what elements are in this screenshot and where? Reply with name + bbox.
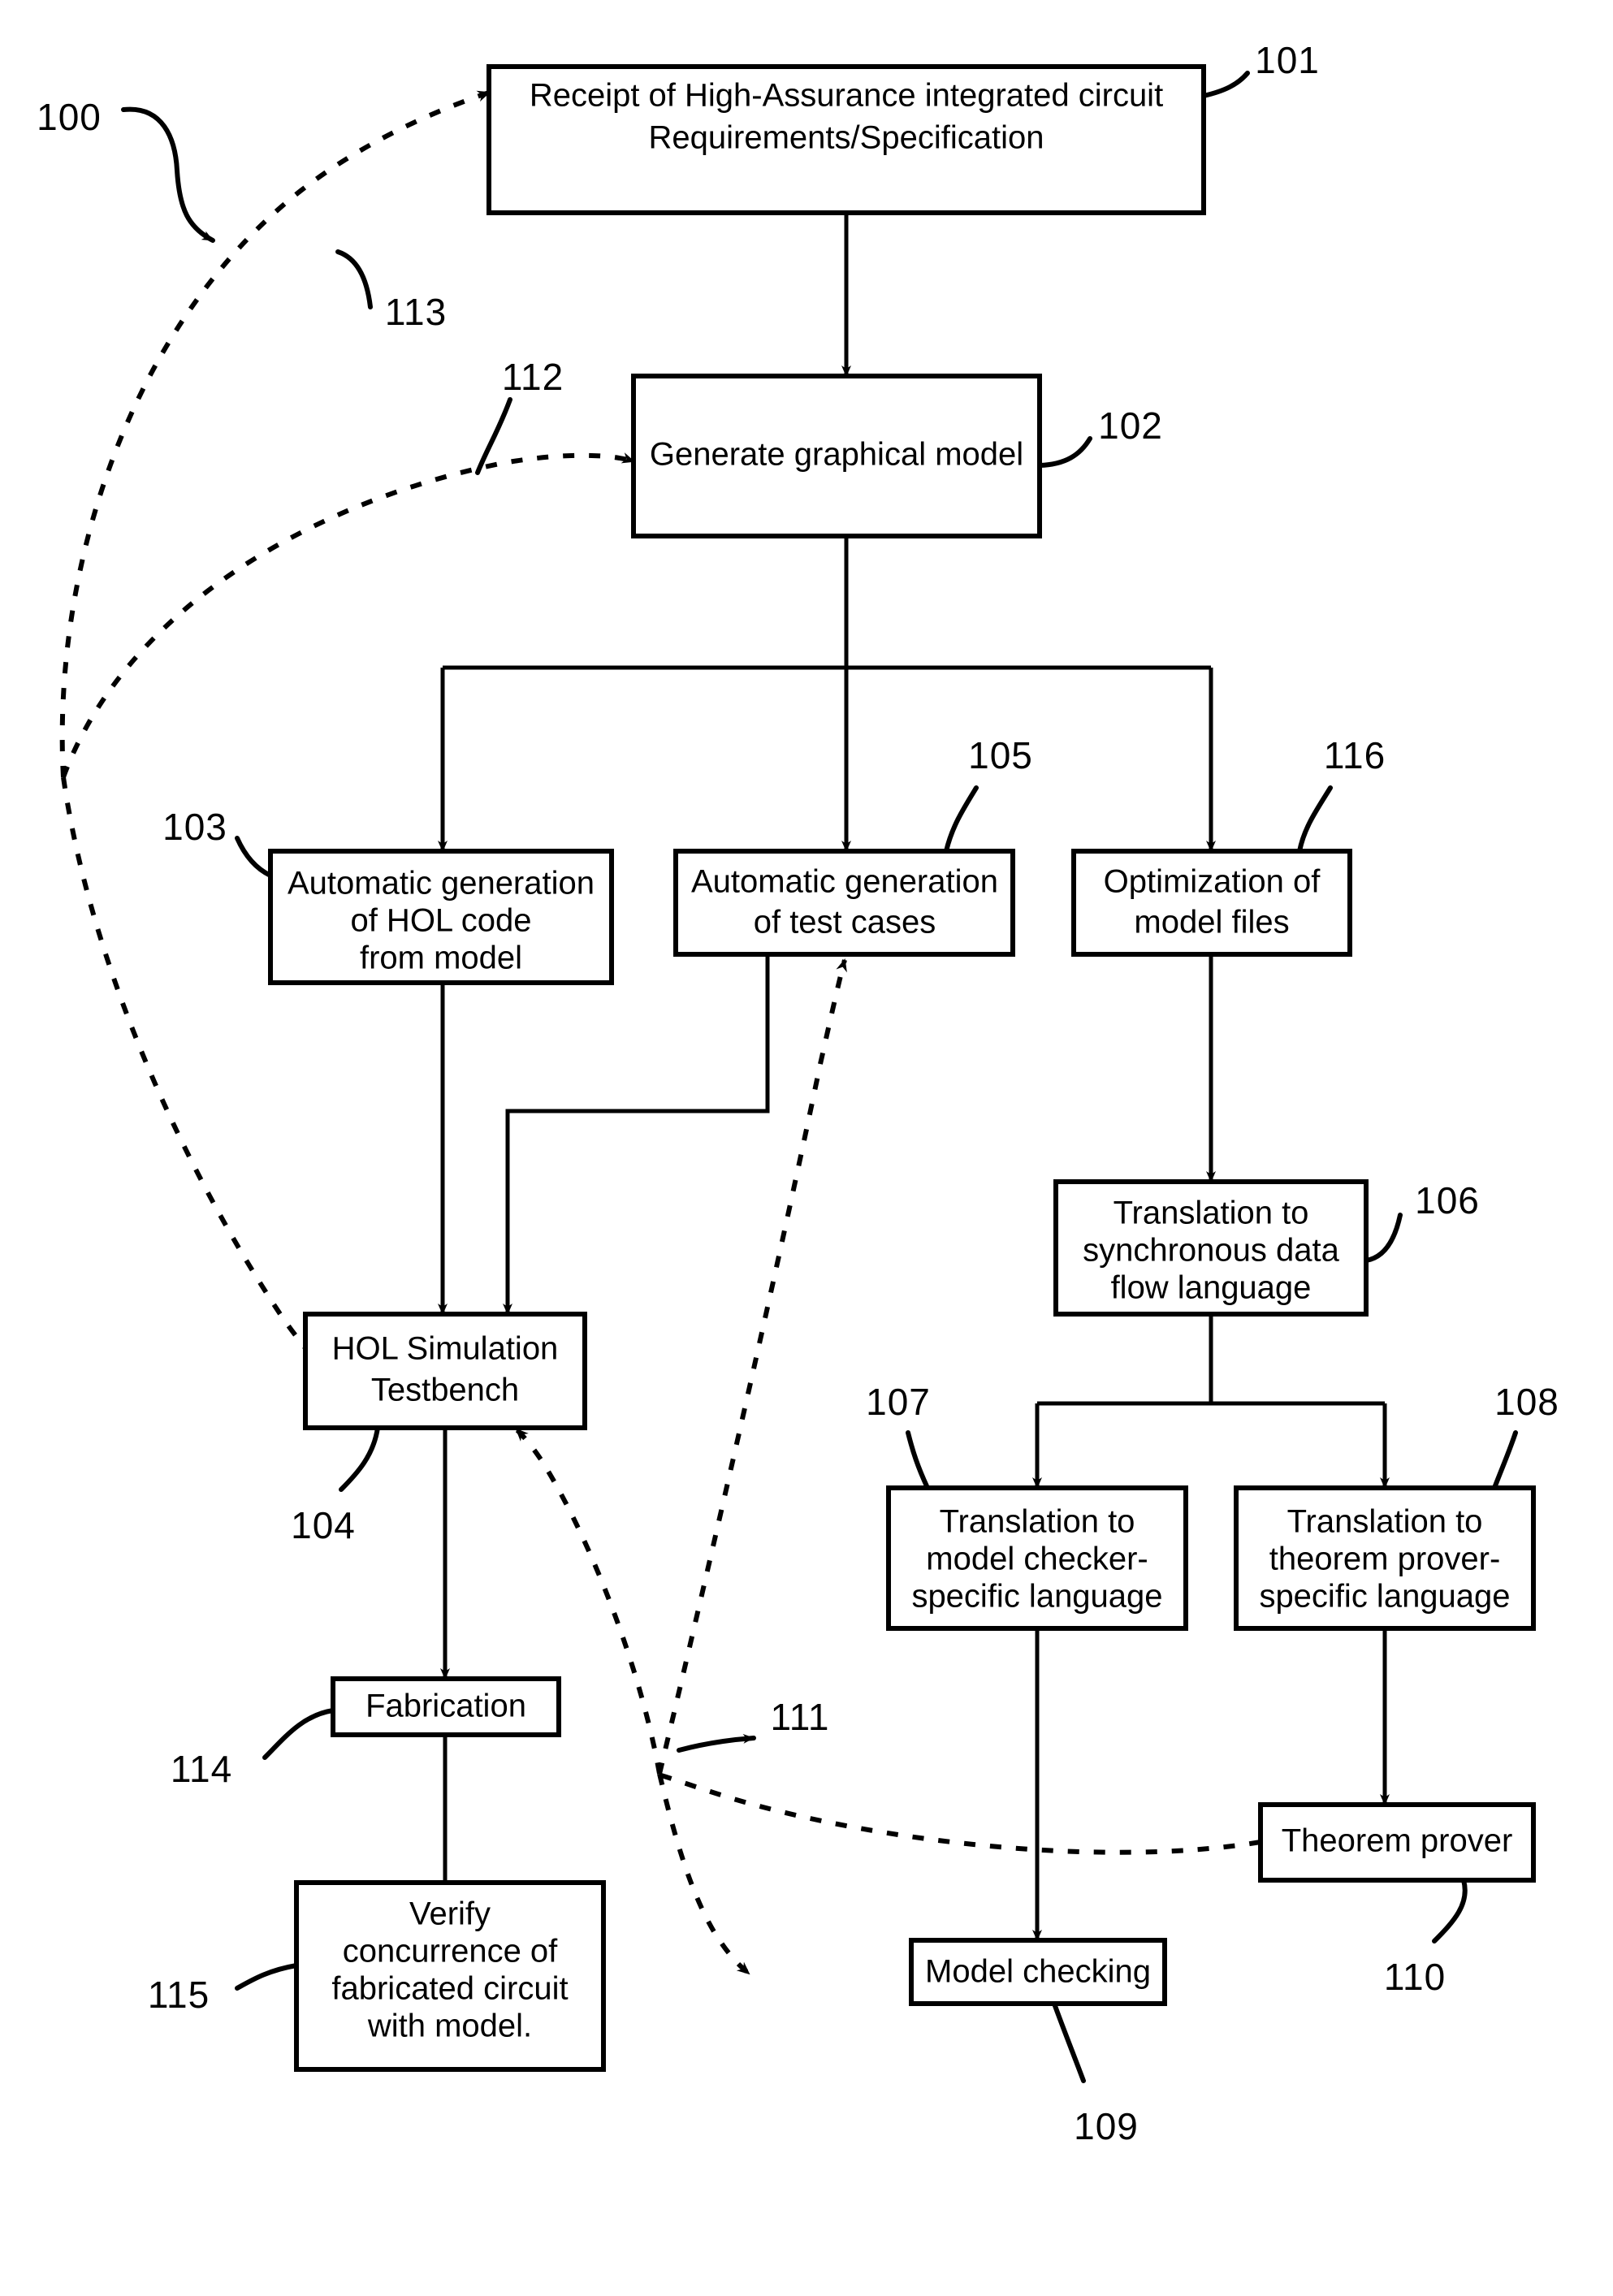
box-110-line-1: Theorem prover: [1282, 1823, 1513, 1859]
box-103-line-3: from model: [360, 940, 522, 976]
flowchart-canvas: Receipt of High-Assurance integrated cir…: [37, 39, 1559, 2147]
callout-113: 113: [385, 291, 447, 333]
patent-flowchart-figure: Receipt of High-Assurance integrated cir…: [0, 0, 1613, 2296]
leader-102: [1037, 436, 1092, 468]
box-101-line-2: Requirements/Specification: [649, 120, 1044, 156]
leader-114: [262, 1708, 335, 1760]
callout-100: 100: [37, 96, 102, 138]
leader-104: [339, 1425, 380, 1492]
callout-115: 115: [148, 1974, 210, 2016]
leader-107: [906, 1430, 930, 1490]
box-115-line-2: concurrence of: [343, 1934, 558, 1970]
leader-108: [1492, 1430, 1518, 1490]
box-107-line-2: model checker-: [926, 1541, 1148, 1577]
leader-113: [335, 249, 373, 309]
box-102-line-1: Generate graphical model: [650, 437, 1023, 473]
leader-116: [1297, 785, 1333, 854]
callout-112: 112: [502, 356, 564, 398]
feedback-edge-111-to-109: [657, 1773, 750, 1976]
leader-112: [475, 397, 512, 475]
box-103-line-2: of HOL code: [350, 903, 531, 939]
leader-103: [235, 836, 273, 878]
box-107-line-1: Translation to: [940, 1504, 1135, 1540]
callout-106: 106: [1415, 1179, 1480, 1222]
box-108-line-1: Translation to: [1287, 1504, 1483, 1540]
callout-108: 108: [1494, 1381, 1559, 1423]
box-103-line-1: Automatic generation: [288, 866, 595, 902]
box-108-line-2: theorem prover-: [1269, 1541, 1501, 1577]
leader-111: [677, 1733, 756, 1753]
callout-107: 107: [866, 1381, 931, 1423]
leader-105: [944, 785, 979, 854]
leader-110: [1432, 1878, 1468, 1944]
leader-109: [1052, 2001, 1086, 2083]
callout-105: 105: [968, 734, 1033, 776]
box-115-line-3: fabricated circuit: [331, 1971, 568, 2007]
box-101-line-1: Receipt of High-Assurance integrated cir…: [530, 78, 1163, 114]
box-105-line-1: Automatic generation: [691, 864, 998, 900]
leader-100: [121, 106, 215, 243]
box-109-line-1: Model checking: [925, 1954, 1151, 1990]
box-106-line-2: synchronous data: [1083, 1233, 1340, 1269]
box-116-line-1: Optimization of: [1104, 864, 1321, 900]
box-104-line-1: HOL Simulation: [332, 1331, 559, 1367]
callout-111: 111: [771, 1696, 830, 1738]
callout-116: 116: [1324, 734, 1386, 776]
leader-106: [1364, 1213, 1403, 1263]
feedback-edge-113: [59, 90, 491, 778]
box-106-line-3: flow language: [1111, 1270, 1312, 1306]
box-108-line-3: specific language: [1259, 1579, 1510, 1615]
callout-110: 110: [1384, 1956, 1446, 1998]
box-107-line-3: specific language: [911, 1579, 1162, 1615]
feedback-edge-112: [61, 452, 635, 779]
callout-102: 102: [1098, 404, 1163, 447]
feedback-edge-110-to-111: [660, 1773, 1261, 1855]
box-105-line-2: of test cases: [754, 905, 936, 940]
callout-103: 103: [162, 806, 227, 848]
leader-101: [1201, 71, 1250, 98]
callout-104: 104: [291, 1504, 356, 1546]
box-115-line-4: with model.: [367, 2008, 532, 2044]
leader-115: [235, 1963, 299, 1991]
callout-101: 101: [1255, 39, 1320, 81]
box-104-line-2: Testbench: [371, 1373, 519, 1408]
edge-105-to-104: [503, 954, 770, 1315]
feedback-edge-111-to-105: [657, 958, 847, 1775]
box-106-line-1: Translation to: [1114, 1196, 1309, 1231]
box-114-line-1: Fabrication: [365, 1688, 526, 1724]
box-115-line-1: Verify: [409, 1896, 491, 1932]
box-116-line-2: model files: [1134, 905, 1289, 940]
callout-109: 109: [1074, 2105, 1139, 2147]
callout-114: 114: [171, 1748, 232, 1790]
